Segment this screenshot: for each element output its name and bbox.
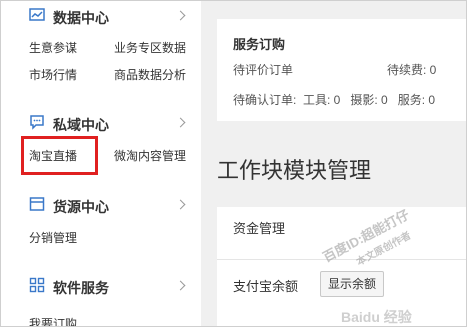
data-chart-icon <box>29 8 45 21</box>
nav-link-market-trends[interactable]: 市场行情 <box>29 66 77 83</box>
work-module-title: 工作块模块管理 <box>217 158 372 183</box>
nav-link-business-advisor[interactable]: 生意参谋 <box>29 39 77 56</box>
section-title-data-center[interactable]: 数据中心 <box>53 8 109 28</box>
renewal-label[interactable]: 待续费: 0 <box>387 61 436 78</box>
nav-link-product-analysis[interactable]: 商品数据分析 <box>114 66 186 83</box>
chevron-right-icon[interactable] <box>175 10 186 21</box>
chevron-right-icon[interactable] <box>175 280 186 291</box>
section-title-supply-center[interactable]: 货源中心 <box>53 197 109 217</box>
page-frame: 数据中心 生意参谋 业务专区数据 市场行情 商品数据分析 私域中心 淘宝直播 微… <box>0 0 467 327</box>
redacted-area <box>296 57 388 77</box>
nav-link-subscribe[interactable]: 我要订购 <box>29 315 77 326</box>
pending-review-label[interactable]: 待评价订单 <box>233 61 293 78</box>
highlight-box <box>21 136 98 175</box>
nav-link-business-zone-data[interactable]: 业务专区数据 <box>114 39 186 56</box>
grid-icon <box>29 277 45 293</box>
alipay-balance-label: 支付宝余额 <box>233 279 299 294</box>
chevron-right-icon[interactable] <box>175 117 186 128</box>
section-title-private-domain[interactable]: 私域中心 <box>53 115 109 135</box>
section-title-software-services[interactable]: 软件服务 <box>53 278 109 298</box>
service-orders-title: 服务订购 <box>233 37 286 52</box>
funds-title: 资金管理 <box>233 221 286 236</box>
nav-link-weitao-content[interactable]: 微淘内容管理 <box>114 147 186 164</box>
nav-link-distribution[interactable]: 分销管理 <box>29 229 77 246</box>
chevron-right-icon[interactable] <box>175 199 186 210</box>
pending-confirm-line: 待确认订单: 工具: 0 摄影: 0 服务: 0 <box>233 93 436 107</box>
chat-bubble-icon <box>30 115 44 130</box>
box-icon <box>29 197 45 211</box>
divider <box>217 259 466 260</box>
watermark-text: Baidu 经验 <box>341 309 412 325</box>
show-balance-button[interactable]: 显示余额 <box>320 271 384 297</box>
